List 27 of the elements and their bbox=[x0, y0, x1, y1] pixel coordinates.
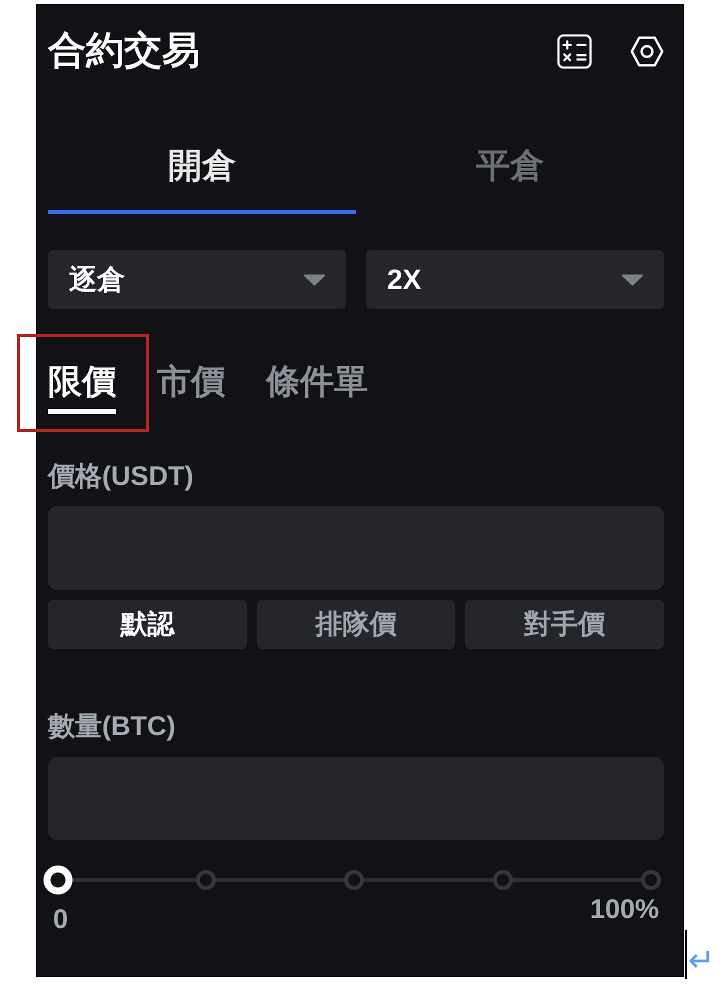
page-title: 合約交易 bbox=[48, 32, 200, 70]
order-type-tab[interactable]: 限價 bbox=[48, 362, 116, 414]
slider-thumb[interactable] bbox=[43, 866, 72, 894]
dropdown-select[interactable]: 2X bbox=[366, 250, 664, 309]
slider-stop-icon bbox=[492, 870, 513, 890]
caret-icon bbox=[304, 273, 325, 286]
calculator-icon[interactable] bbox=[557, 34, 592, 68]
return-mark: ↵ bbox=[688, 944, 715, 976]
slider-stop-icon bbox=[344, 870, 364, 890]
caret-icon bbox=[622, 273, 643, 286]
field-label: 價格(USDT) bbox=[48, 460, 194, 493]
price-option-button[interactable]: 默認 bbox=[48, 600, 247, 649]
order-type-tab[interactable]: 條件單 bbox=[266, 362, 368, 414]
dropdown-select[interactable]: 逐倉 bbox=[48, 250, 346, 309]
order-type-tab[interactable]: 市價 bbox=[157, 362, 225, 414]
slider-stop-icon bbox=[196, 870, 216, 890]
position-tab[interactable]: 開倉 bbox=[48, 142, 356, 214]
field-label: 數量(BTC) bbox=[48, 710, 176, 743]
settings-icon[interactable] bbox=[630, 36, 664, 66]
price-option-button[interactable]: 對手價 bbox=[465, 600, 664, 649]
slider-min-label: 0 bbox=[53, 905, 68, 933]
slider-stop-icon bbox=[641, 870, 661, 890]
price-option-button[interactable]: 排隊價 bbox=[256, 600, 456, 649]
position-tab[interactable]: 平倉 bbox=[356, 142, 664, 214]
slider-track[interactable] bbox=[43, 865, 663, 895]
slider-max-label: 100% bbox=[590, 895, 659, 923]
text-cursor bbox=[685, 930, 687, 979]
